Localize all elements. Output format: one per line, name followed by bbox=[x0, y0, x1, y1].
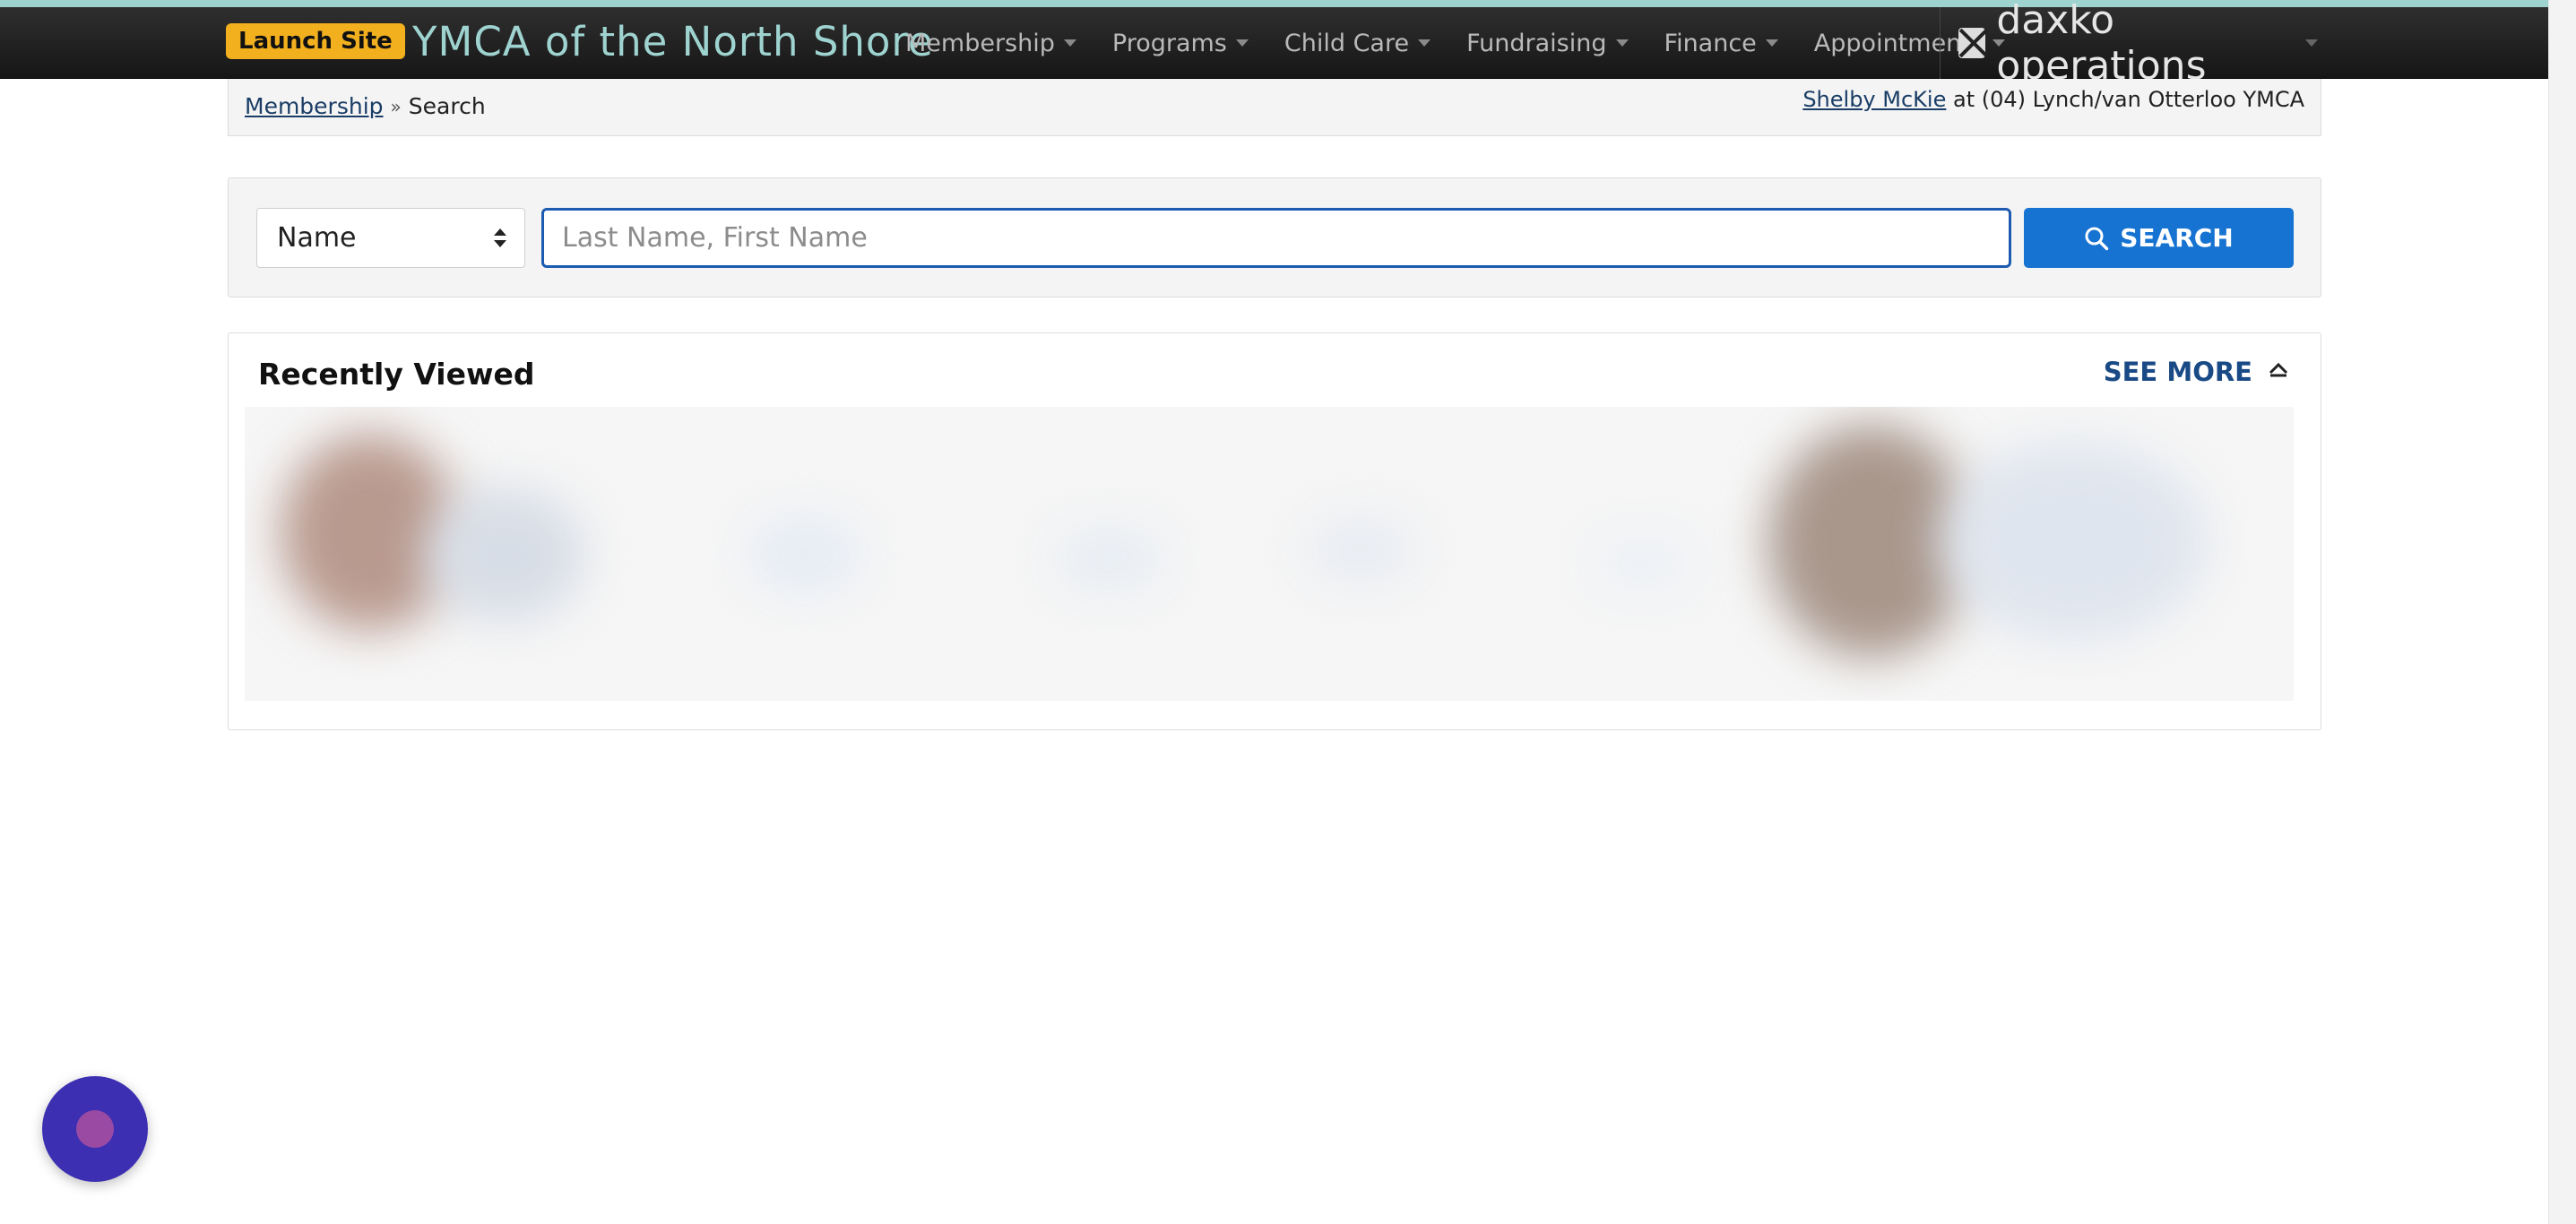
product-name: daxko operations bbox=[1996, 0, 2207, 89]
nav-label: Child Care bbox=[1284, 29, 1410, 57]
launch-site-button[interactable]: Launch Site bbox=[226, 23, 405, 59]
site-brand[interactable]: YMCA of the North Shore bbox=[412, 16, 934, 68]
chat-dot bbox=[76, 1110, 114, 1148]
list-item bbox=[1589, 532, 1697, 595]
nav-fundraising[interactable]: Fundraising bbox=[1466, 29, 1629, 57]
nav-label: Finance bbox=[1664, 29, 1757, 57]
caret-down-icon bbox=[2305, 39, 2318, 47]
search-icon bbox=[2085, 227, 2109, 250]
list-item bbox=[424, 487, 585, 622]
nav-label: Programs bbox=[1111, 29, 1227, 57]
breadcrumb-link-membership[interactable]: Membership bbox=[245, 93, 384, 119]
caret-down-icon bbox=[1615, 39, 1629, 47]
chevron-up-icon[interactable] bbox=[2267, 358, 2290, 382]
breadcrumb: Membership » Search bbox=[245, 93, 486, 119]
search-button[interactable]: SEARCH bbox=[2024, 208, 2294, 268]
product-switcher[interactable]: daxko operations bbox=[1940, 0, 2318, 89]
list-item bbox=[1302, 514, 1419, 586]
nav-label: Membership bbox=[905, 29, 1055, 57]
nav-finance[interactable]: Finance bbox=[1664, 30, 1778, 57]
see-more-link[interactable]: SEE MORE bbox=[2104, 357, 2252, 387]
caret-down-icon bbox=[1063, 39, 1076, 47]
search-button-label: SEARCH bbox=[2120, 223, 2234, 253]
recently-viewed-title: Recently Viewed bbox=[258, 357, 535, 392]
location-text: at (04) Lynch/van Otterloo YMCA bbox=[1952, 87, 2304, 112]
user-name-link[interactable]: Shelby McKie bbox=[1802, 87, 1946, 112]
nav-label: Fundraising bbox=[1466, 29, 1607, 57]
caret-down-icon bbox=[1418, 39, 1431, 47]
nav-child-care[interactable]: Child Care bbox=[1284, 30, 1431, 57]
recently-viewed-panel: Recently Viewed SEE MORE bbox=[228, 332, 2321, 730]
breadcrumb-separator: » bbox=[390, 95, 402, 117]
daxko-logo-icon bbox=[1958, 28, 1986, 58]
breadcrumb-current: Search bbox=[408, 93, 486, 119]
search-type-select[interactable]: Name bbox=[256, 208, 525, 268]
search-panel: Name SEARCH bbox=[228, 177, 2321, 297]
recently-viewed-list bbox=[245, 407, 2294, 701]
top-navbar: Launch Site YMCA of the North Shore Memb… bbox=[0, 0, 2548, 89]
search-input[interactable] bbox=[541, 208, 2011, 268]
caret-down-icon bbox=[1765, 39, 1778, 47]
user-location: Shelby McKie at (04) Lynch/van Otterloo … bbox=[1802, 87, 2304, 112]
caret-down-icon bbox=[1235, 39, 1249, 47]
list-item bbox=[1939, 443, 2208, 640]
nav-membership[interactable]: Membership bbox=[905, 30, 1076, 57]
breadcrumb-bar: Membership » Search Shelby McKie at (04)… bbox=[228, 79, 2321, 136]
nav-programs[interactable]: Programs bbox=[1112, 30, 1249, 57]
main-nav: Membership Programs Child Care Fundraisi… bbox=[905, 7, 2041, 79]
list-item bbox=[747, 514, 863, 595]
chat-bubble-icon[interactable] bbox=[42, 1076, 148, 1182]
select-arrows-icon bbox=[494, 228, 506, 248]
page-scrollbar[interactable] bbox=[2548, 0, 2576, 1224]
search-type-value: Name bbox=[277, 222, 357, 254]
list-item bbox=[1051, 523, 1168, 595]
